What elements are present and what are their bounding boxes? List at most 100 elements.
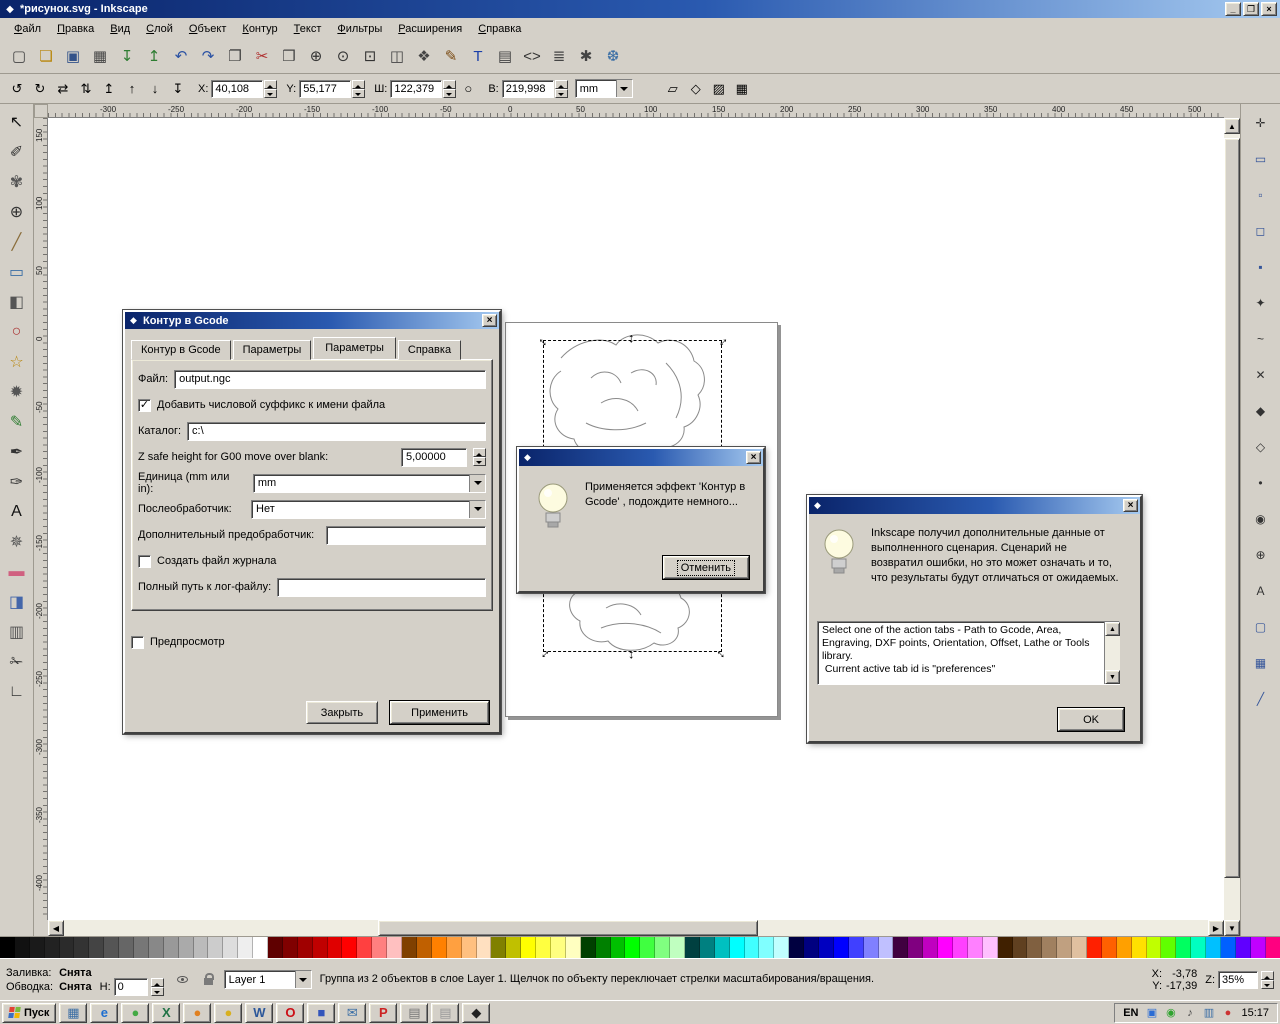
dialog-tab[interactable]: Контур в Gcode <box>131 340 231 360</box>
y-spinner[interactable] <box>352 79 366 98</box>
start-button[interactable]: Пуск <box>2 1002 57 1023</box>
undo-icon[interactable]: ↶ <box>168 44 194 70</box>
tray-icon-antivirus[interactable]: ◉ <box>1163 1005 1178 1020</box>
palette-swatch[interactable] <box>387 937 403 958</box>
palette-swatch[interactable] <box>134 937 149 958</box>
redo-icon[interactable]: ↷ <box>195 44 221 70</box>
y-input[interactable] <box>299 79 352 98</box>
palette-swatch[interactable] <box>1250 937 1266 958</box>
palette-swatch[interactable] <box>759 937 775 958</box>
palette-swatch[interactable] <box>1027 937 1043 958</box>
ok-button[interactable]: OK <box>1057 707 1125 732</box>
taskbar-icon-icq[interactable]: ● <box>121 1002 150 1023</box>
eraser-tool[interactable]: ▬ <box>3 558 31 586</box>
palette-swatch[interactable] <box>610 937 626 958</box>
save-document-icon[interactable]: ▣ <box>60 44 86 70</box>
snap-smooth-nodes-icon[interactable]: ◇ <box>1250 436 1272 458</box>
maximize-button[interactable]: ❐ <box>1243 2 1259 16</box>
close-dialog-button[interactable]: Закрыть <box>305 701 379 724</box>
zoom-input[interactable] <box>1218 970 1258 989</box>
text-dialog-icon[interactable]: T <box>465 44 491 70</box>
palette-swatch[interactable] <box>818 937 834 958</box>
pencil-tool[interactable]: ✎ <box>3 408 31 436</box>
fill-stroke-dialog-icon[interactable]: ✎ <box>438 44 464 70</box>
open-document-icon[interactable]: ❏ <box>33 44 59 70</box>
snap-bbox-edges-icon[interactable]: ▫ <box>1250 184 1272 206</box>
palette-swatch[interactable] <box>476 937 492 958</box>
vertical-scrollbar-thumb[interactable] <box>1224 138 1240 878</box>
tray-icon-network[interactable]: ▥ <box>1201 1005 1216 1020</box>
menu-item[interactable]: Слой <box>138 20 181 38</box>
import-icon[interactable]: ↧ <box>114 44 140 70</box>
zoom-selection-icon[interactable]: ⊕ <box>303 44 329 70</box>
chevron-down-icon[interactable] <box>469 474 485 492</box>
chevron-down-icon[interactable] <box>615 80 632 97</box>
menu-item[interactable]: Справка <box>470 20 529 38</box>
palette-swatch[interactable] <box>565 937 581 958</box>
raise-icon[interactable]: ↑ <box>121 78 143 100</box>
palette-swatch[interactable] <box>953 937 968 958</box>
snap-cusp-nodes-icon[interactable]: ◆ <box>1250 400 1272 422</box>
palette-swatch[interactable] <box>684 937 700 958</box>
flip-horizontal-icon[interactable]: ⇄ <box>52 78 74 100</box>
palette-swatch[interactable] <box>208 937 224 958</box>
palette-swatch[interactable] <box>14 937 30 958</box>
palette-swatch[interactable] <box>1012 937 1028 958</box>
language-indicator[interactable]: EN <box>1123 1007 1138 1019</box>
close-icon[interactable]: × <box>1123 499 1138 512</box>
layer-lock-icon[interactable] <box>198 969 220 991</box>
copy-icon[interactable]: ❐ <box>222 44 248 70</box>
clone-icon[interactable]: ❖ <box>411 44 437 70</box>
palette-swatch[interactable] <box>774 937 790 958</box>
palette-swatch[interactable] <box>729 937 745 958</box>
palette-swatch[interactable] <box>193 937 209 958</box>
palette-swatch[interactable] <box>297 937 313 958</box>
snap-object-centers-icon[interactable]: ◉ <box>1250 508 1272 530</box>
flip-vertical-icon[interactable]: ⇅ <box>75 78 97 100</box>
palette-swatch[interactable] <box>1176 937 1192 958</box>
palette-swatch[interactable] <box>0 937 15 958</box>
lock-ratio-icon[interactable]: ○ <box>457 78 479 100</box>
x-input[interactable] <box>211 79 264 98</box>
snap-text-baseline-icon[interactable]: A <box>1250 580 1272 602</box>
palette-swatch[interactable] <box>923 937 939 958</box>
z-safe-height-input[interactable] <box>401 447 467 467</box>
taskbar-icon-app-blue[interactable]: ■ <box>307 1002 336 1023</box>
snap-paths-icon[interactable]: ~ <box>1250 328 1272 350</box>
layer-visibility-icon[interactable] <box>172 969 194 991</box>
palette-swatch[interactable] <box>670 937 685 958</box>
width-spinner[interactable] <box>443 79 457 98</box>
palette-swatch[interactable] <box>44 937 60 958</box>
palette-swatch[interactable] <box>655 937 671 958</box>
text-tool[interactable]: A <box>3 498 31 526</box>
box3d-tool[interactable]: ◧ <box>3 288 31 316</box>
palette-swatch[interactable] <box>997 937 1013 958</box>
chevron-down-icon[interactable] <box>294 971 311 988</box>
palette-swatch[interactable] <box>431 937 447 958</box>
spray-tool[interactable]: ✵ <box>3 528 31 556</box>
opacity-spinner[interactable] <box>150 977 164 996</box>
palette-swatch[interactable] <box>416 937 432 958</box>
taskbar-icon-pdf[interactable]: P <box>369 1002 398 1023</box>
selection-handle-s[interactable]: ↔ <box>626 648 641 662</box>
scroll-down-icon[interactable]: ▼ <box>1105 670 1120 684</box>
menu-item[interactable]: Файл <box>6 20 49 38</box>
palette-swatch[interactable] <box>848 937 864 958</box>
palette-swatch[interactable] <box>1221 937 1236 958</box>
zoom-tool[interactable]: ⊕ <box>3 198 31 226</box>
palette-swatch[interactable] <box>580 937 596 958</box>
palette-swatch[interactable] <box>1042 937 1058 958</box>
scroll-right-icon[interactable]: ▶ <box>1208 920 1224 936</box>
menu-item[interactable]: Текст <box>286 20 330 38</box>
preview-checkbox[interactable] <box>131 635 144 649</box>
palette-swatch[interactable] <box>506 937 522 958</box>
palette-swatch[interactable] <box>342 937 358 958</box>
palette-swatch[interactable] <box>1072 937 1088 958</box>
palette-swatch[interactable] <box>1116 937 1132 958</box>
palette-swatch[interactable] <box>312 937 328 958</box>
palette-swatch[interactable] <box>833 937 849 958</box>
dialog-tab[interactable]: Параметры <box>232 340 312 360</box>
palette-swatch[interactable] <box>1161 937 1177 958</box>
palette-swatch[interactable] <box>1235 937 1251 958</box>
tray-icon-update[interactable]: ● <box>1220 1005 1235 1020</box>
